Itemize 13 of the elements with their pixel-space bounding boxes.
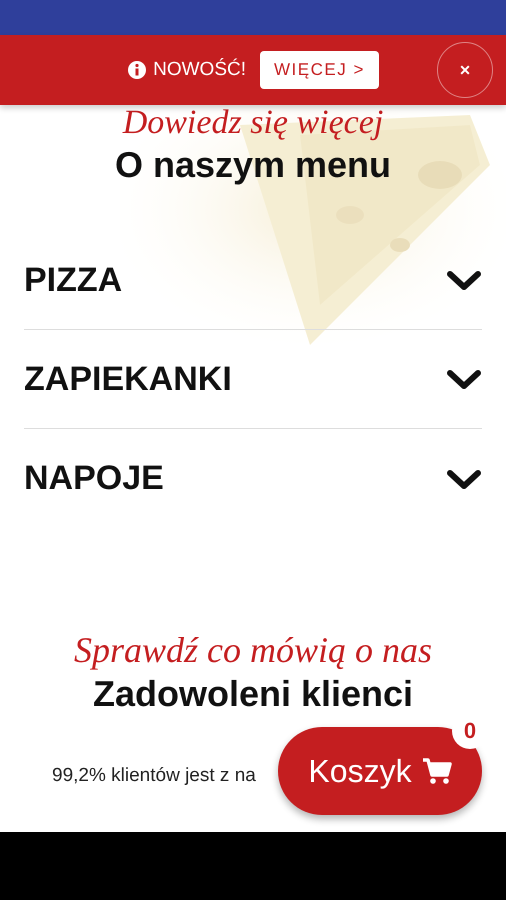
menu-category[interactable]: ZAPIEKANKI	[24, 330, 482, 429]
menu-category[interactable]: PIZZA	[24, 231, 482, 330]
info-icon	[127, 60, 148, 80]
satisfaction-text: 99,2% klientów jest z na	[52, 765, 256, 787]
section-subtitle: Sprawdź co mówią o nas	[74, 629, 432, 672]
close-button[interactable]: ×	[437, 42, 493, 98]
section-subtitle: Dowiedz się więcej	[122, 103, 384, 143]
section-title: Zadowoleni klienci	[92, 672, 414, 716]
menu-category[interactable]: NAPOJE	[24, 429, 482, 528]
section-title: O naszym menu	[114, 143, 392, 187]
news-label: NOWOŚĆ!	[153, 59, 246, 81]
more-button[interactable]: WIĘCEJ >	[260, 51, 379, 89]
cart-icon	[422, 757, 452, 785]
